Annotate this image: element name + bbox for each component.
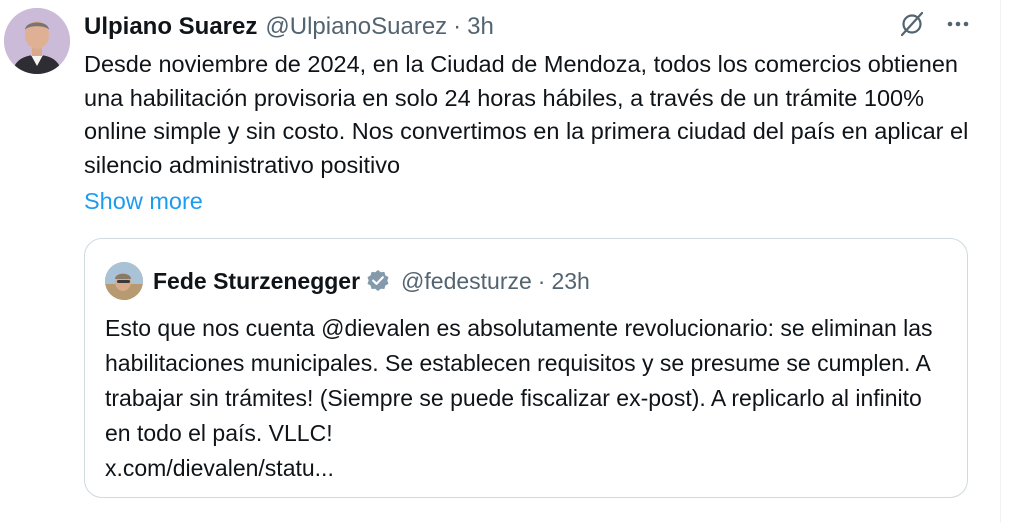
tweet-header: Ulpiano Suarez @UlpianoSuarez · 3h xyxy=(84,10,494,44)
tweet-actions xyxy=(898,10,972,38)
author-name[interactable]: Ulpiano Suarez xyxy=(84,13,257,41)
quoted-tweet-timestamp[interactable]: 23h xyxy=(551,268,589,295)
more-options-button[interactable] xyxy=(944,10,972,38)
tweet-timestamp[interactable]: 3h xyxy=(467,13,494,41)
separator-dot: · xyxy=(453,13,462,40)
more-horizontal-icon xyxy=(947,21,969,27)
profile-photo-icon xyxy=(4,8,70,74)
author-avatar[interactable] xyxy=(4,8,70,74)
profile-photo-icon xyxy=(105,262,143,300)
quoted-tweet[interactable]: Fede Sturzenegger @fedesturze · 23h Esto… xyxy=(84,238,968,498)
tweet-text: Desde noviembre de 2024, en la Ciudad de… xyxy=(84,51,969,178)
grok-slash-circle-icon xyxy=(900,11,924,37)
quoted-author-avatar[interactable] xyxy=(105,262,143,300)
quoted-tweet-text: Esto que nos cuenta @dievalen es absolut… xyxy=(105,315,933,481)
tweet[interactable]: Ulpiano Suarez @UlpianoSuarez · 3h Desde… xyxy=(0,0,1001,523)
author-handle[interactable]: @UlpianoSuarez xyxy=(265,13,447,41)
verified-badge-icon xyxy=(365,268,391,294)
quoted-author-name[interactable]: Fede Sturzenegger xyxy=(153,268,360,295)
quoted-tweet-header: Fede Sturzenegger @fedesturze · 23h xyxy=(153,263,590,299)
separator-dot: · xyxy=(537,267,546,294)
quoted-author-handle[interactable]: @fedesturze xyxy=(401,268,532,295)
show-more-link[interactable]: Show more xyxy=(84,185,203,218)
grok-button[interactable] xyxy=(898,10,926,38)
